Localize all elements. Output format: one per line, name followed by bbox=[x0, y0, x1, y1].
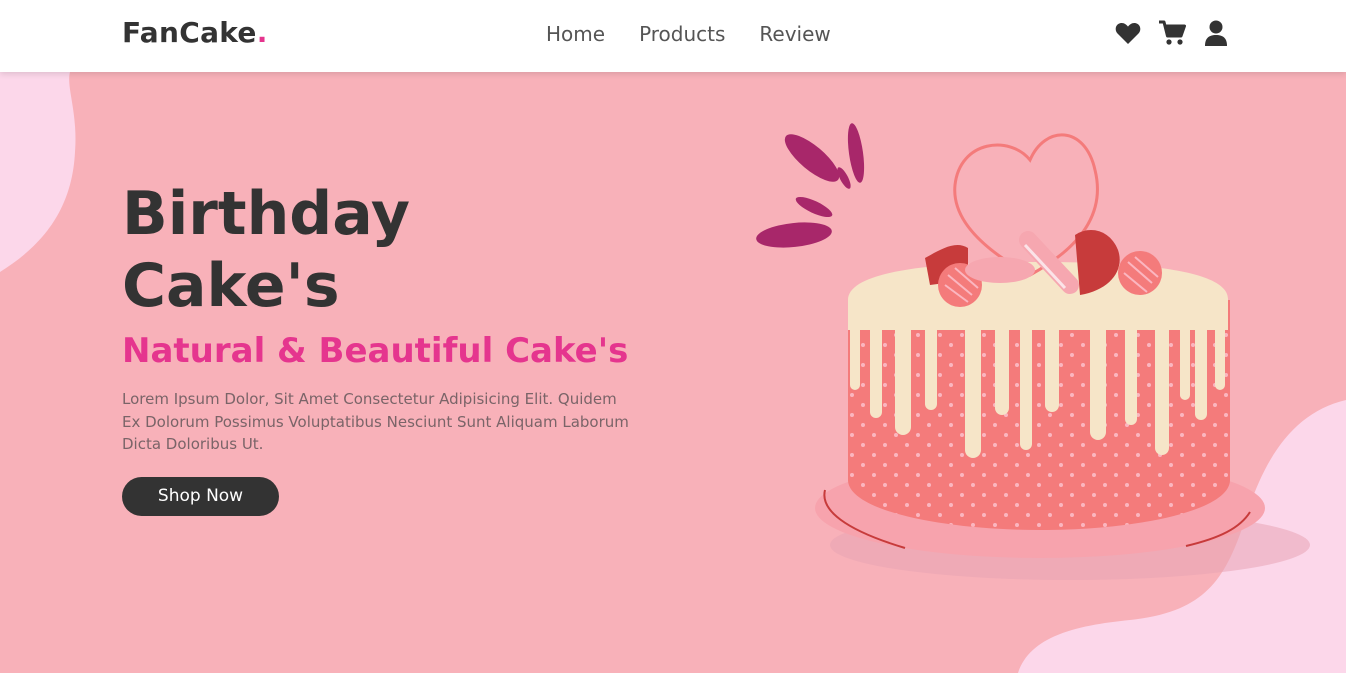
hero-description: Lorem Ipsum Dolor, Sit Amet Consectetur … bbox=[122, 390, 629, 453]
birthday-cake-illustration bbox=[756, 123, 1310, 580]
main-nav: Home Products Review bbox=[546, 22, 831, 46]
header-icons bbox=[1114, 18, 1230, 48]
nav-products-link[interactable]: Products bbox=[639, 22, 725, 46]
cart-icon[interactable] bbox=[1158, 18, 1186, 48]
site-header: FanCake. Home Products Review bbox=[0, 0, 1346, 72]
user-icon[interactable] bbox=[1202, 18, 1230, 48]
hero-title-line1: Birthday bbox=[122, 179, 410, 249]
hero-title-line2: Cake's bbox=[122, 251, 340, 321]
heart-icon[interactable] bbox=[1114, 18, 1142, 48]
nav-review-link[interactable]: Review bbox=[759, 22, 830, 46]
logo-dot: . bbox=[256, 16, 268, 49]
logo[interactable]: FanCake. bbox=[122, 16, 268, 49]
shop-now-button[interactable]: Shop Now bbox=[122, 476, 279, 516]
hero-title: Birthday Cake's bbox=[122, 178, 642, 322]
logo-text: FanCake bbox=[122, 16, 257, 49]
nav-home-link[interactable]: Home bbox=[546, 22, 605, 46]
top-left-blob bbox=[0, 72, 76, 272]
hero-subtitle: Natural & Beautiful Cake's bbox=[122, 331, 629, 371]
hero-section: Birthday Cake's Natural & Beautiful Cake… bbox=[122, 178, 642, 516]
